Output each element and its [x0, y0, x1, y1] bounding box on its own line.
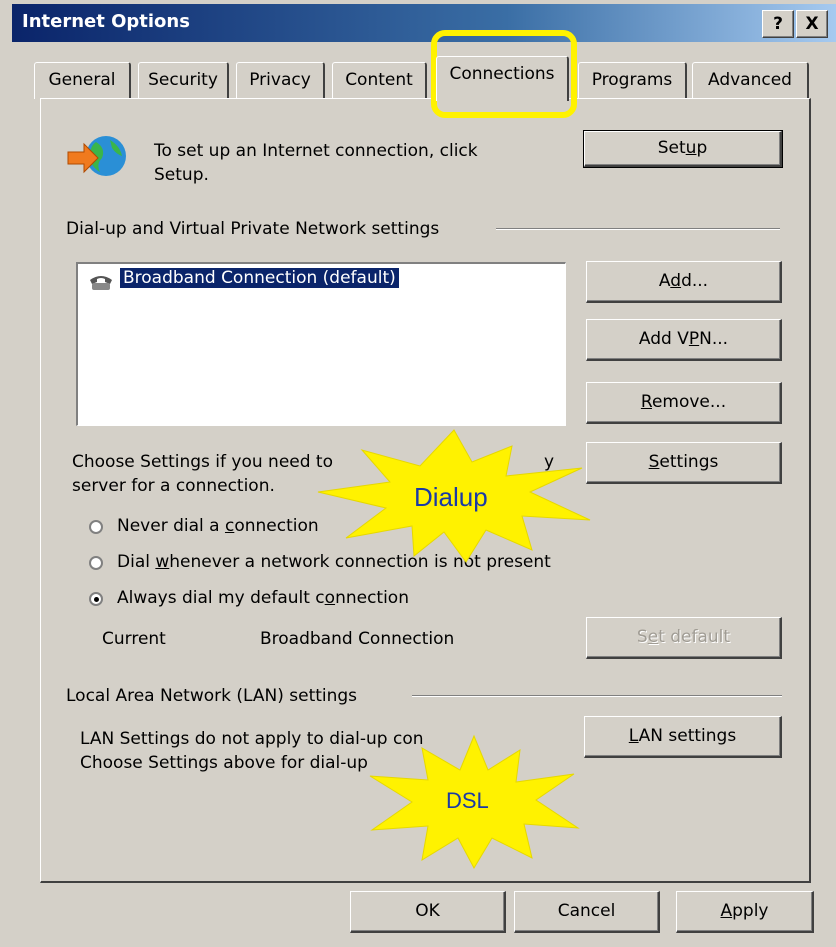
section-divider [412, 695, 782, 697]
add-button[interactable]: Add... [586, 261, 782, 303]
apply-button[interactable]: Apply [676, 891, 814, 933]
radio-text-tail: nnection [335, 588, 409, 608]
radio-text: Always dial my default c [117, 588, 325, 608]
add-vpn-button-accel: P [688, 329, 700, 349]
lan-settings-label: AN settings [638, 726, 737, 746]
tab-advanced[interactable]: Advanced [692, 62, 809, 99]
ok-button[interactable]: OK [350, 891, 506, 933]
settings-button-accel: S [648, 452, 660, 472]
setup-button-label-tail: p [696, 138, 708, 158]
radio-text-tail: onnection [234, 516, 319, 536]
tab-general[interactable]: General [34, 62, 131, 99]
lan-text-line2: Choose Settings above for dial-up [80, 753, 368, 773]
remove-button[interactable]: Remove... [586, 382, 782, 424]
radio-accel: w [155, 552, 170, 572]
lan-section-heading: Local Area Network (LAN) settings [66, 686, 358, 706]
setup-button-label: Set [657, 138, 686, 158]
never-dial-radio[interactable] [89, 520, 103, 534]
settings-button[interactable]: Settings [586, 442, 782, 484]
radio-text: Dial [117, 552, 156, 572]
dsl-callout-label: DSL [446, 788, 489, 813]
cancel-button[interactable]: Cancel [514, 891, 660, 933]
lan-settings-button[interactable]: LAN settings [584, 716, 782, 758]
always-dial-label[interactable]: Always dial my default connection [117, 588, 409, 608]
globe-icon [66, 132, 132, 180]
tab-programs[interactable]: Programs [578, 62, 687, 99]
connection-item-broadband[interactable]: Broadband Connection (default) [120, 268, 399, 288]
dialup-callout-label: Dialup [414, 482, 488, 512]
phone-icon [86, 270, 116, 292]
section-divider [496, 228, 780, 230]
add-button-label-tail: d... [681, 271, 709, 291]
choose-settings-text-line2: server for a connection. [72, 476, 275, 496]
title-bar[interactable]: Internet Options ? X [12, 4, 836, 42]
setup-description-line2: Setup. [154, 165, 209, 185]
always-dial-radio[interactable] [89, 592, 103, 606]
remove-button-accel: R [640, 392, 652, 412]
close-button[interactable]: X [796, 10, 828, 38]
never-dial-label[interactable]: Never dial a connection [117, 516, 319, 536]
setup-button[interactable]: Setup [583, 130, 783, 168]
window-border [0, 0, 12, 947]
lan-settings-accel: L [628, 726, 639, 746]
radio-accel: o [324, 588, 336, 608]
radio-text: Never dial a [117, 516, 225, 536]
set-default-label-tail: t default [658, 627, 731, 647]
apply-accel: A [720, 901, 733, 921]
tab-security[interactable]: Security [138, 62, 229, 99]
window-bottom-border [0, 934, 836, 947]
remove-button-label: emove... [651, 392, 727, 412]
setup-button-accel: u [685, 138, 697, 158]
add-vpn-button-label-tail: N... [699, 329, 729, 349]
tab-connections[interactable]: Connections [436, 56, 569, 101]
set-default-label: S [636, 627, 648, 647]
add-button-accel: d [670, 271, 682, 291]
settings-button-label: ettings [659, 452, 719, 472]
dial-whenever-radio[interactable] [89, 556, 103, 570]
radio-selected-dot [94, 597, 99, 602]
tab-privacy[interactable]: Privacy [236, 62, 325, 99]
tab-content[interactable]: Content [332, 62, 427, 99]
set-default-accel: e [647, 627, 659, 647]
window-title: Internet Options [22, 11, 190, 32]
set-default-button[interactable]: Set default [586, 617, 782, 659]
choose-settings-text-line1: Choose Settings if you need to [72, 452, 334, 472]
setup-description-line1: To set up an Internet connection, click [154, 141, 478, 161]
apply-label: pply [732, 901, 769, 921]
radio-accel: c [224, 516, 235, 536]
current-connection-value: Broadband Connection [260, 629, 455, 649]
add-button-label: A [658, 271, 671, 291]
add-vpn-button-label: Add V [638, 329, 689, 349]
add-vpn-button[interactable]: Add VPN... [586, 319, 782, 361]
help-button[interactable]: ? [762, 10, 794, 38]
current-label: Current [102, 629, 166, 649]
dialup-section-heading: Dial-up and Virtual Private Network sett… [66, 219, 440, 239]
